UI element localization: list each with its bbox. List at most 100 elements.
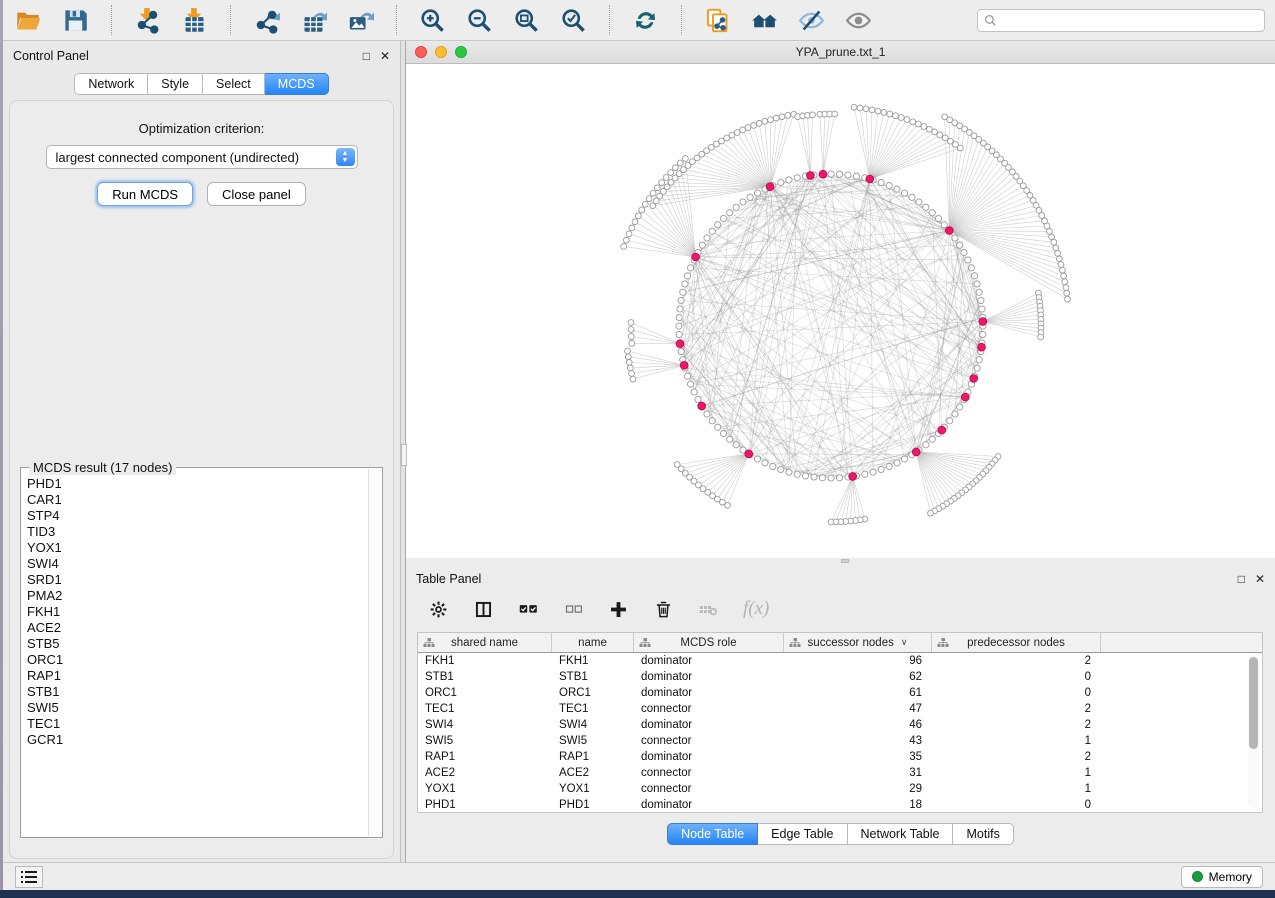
result-node[interactable]: STB1 bbox=[27, 684, 367, 700]
import-network-button[interactable] bbox=[132, 5, 163, 36]
table-row[interactable]: FKH1FKH1dominator962 bbox=[418, 653, 1262, 669]
column-header-successor-nodes[interactable]: successor nodes∨ bbox=[784, 633, 932, 652]
result-node[interactable]: PMA2 bbox=[27, 588, 367, 604]
table-row[interactable]: ORC1ORC1dominator610 bbox=[418, 685, 1262, 701]
save-session-button[interactable] bbox=[60, 5, 91, 36]
table-row[interactable]: SWI5SWI5connector431 bbox=[418, 733, 1262, 749]
zoom-selected-button[interactable] bbox=[558, 5, 589, 36]
result-node[interactable]: GCR1 bbox=[27, 732, 367, 748]
import-network-icon bbox=[134, 7, 161, 34]
tab-network[interactable]: Network bbox=[74, 73, 148, 95]
float-window-icon[interactable]: □ bbox=[1238, 573, 1245, 585]
splitter-handle[interactable] bbox=[401, 444, 407, 466]
tab-edge-table[interactable]: Edge Table bbox=[758, 823, 847, 845]
horizontal-splitter[interactable] bbox=[406, 558, 1275, 564]
table-scrollbar[interactable] bbox=[1248, 655, 1259, 808]
network-graph[interactable] bbox=[406, 64, 1275, 558]
cell-successor-nodes: 96 bbox=[784, 655, 932, 667]
delete-column-disabled-button[interactable] bbox=[698, 599, 719, 620]
tab-motifs[interactable]: Motifs bbox=[953, 823, 1013, 845]
zoom-fit-button[interactable] bbox=[511, 5, 542, 36]
table-row[interactable]: STB1STB1dominator620 bbox=[418, 669, 1262, 685]
import-table-button[interactable] bbox=[179, 5, 210, 36]
zoom-in-button[interactable] bbox=[417, 5, 448, 36]
scrollbar-thumb[interactable] bbox=[1249, 657, 1258, 749]
column-header-name[interactable]: name bbox=[552, 633, 634, 652]
show-columns-button[interactable] bbox=[473, 599, 494, 620]
result-node[interactable]: ACE2 bbox=[27, 620, 367, 636]
close-panel-icon[interactable]: ✕ bbox=[1255, 573, 1265, 585]
result-node[interactable]: YOX1 bbox=[27, 540, 367, 556]
hide-selected-button[interactable] bbox=[796, 5, 827, 36]
result-node[interactable]: ORC1 bbox=[27, 652, 367, 668]
tab-style[interactable]: Style bbox=[148, 73, 203, 95]
result-node[interactable]: RAP1 bbox=[27, 668, 367, 684]
result-node[interactable]: FKH1 bbox=[27, 604, 367, 620]
show-all-button[interactable] bbox=[843, 5, 874, 36]
result-node[interactable]: SRD1 bbox=[27, 572, 367, 588]
refresh-layout-button[interactable] bbox=[630, 5, 661, 36]
export-network-button[interactable] bbox=[251, 5, 282, 36]
status-menu-button[interactable] bbox=[15, 866, 43, 888]
toolbar-buttons bbox=[13, 5, 874, 36]
result-node[interactable]: PHD1 bbox=[27, 476, 367, 492]
tab-select[interactable]: Select bbox=[203, 73, 265, 95]
table-row[interactable]: SWI4SWI4dominator462 bbox=[418, 717, 1262, 733]
result-node[interactable]: CAR1 bbox=[27, 492, 367, 508]
result-node[interactable]: TEC1 bbox=[27, 716, 367, 732]
cell-successor-nodes: 46 bbox=[784, 719, 932, 731]
open-file-button[interactable] bbox=[13, 5, 44, 36]
table-row[interactable]: PHD1PHD1dominator180 bbox=[418, 797, 1262, 812]
run-mcds-button[interactable]: Run MCDS bbox=[97, 182, 193, 206]
settings-button[interactable] bbox=[428, 599, 449, 620]
export-table-button[interactable] bbox=[298, 5, 329, 36]
memory-button[interactable]: Memory bbox=[1181, 866, 1263, 888]
result-node[interactable]: STB5 bbox=[27, 636, 367, 652]
new-network-from-selection-button[interactable] bbox=[702, 5, 733, 36]
export-image-button[interactable] bbox=[345, 5, 376, 36]
table-tabs: Node TableEdge TableNetwork TableMotifs bbox=[406, 823, 1275, 845]
search-input[interactable] bbox=[1002, 13, 1258, 27]
tab-network-table[interactable]: Network Table bbox=[848, 823, 954, 845]
tab-mcds[interactable]: MCDS bbox=[265, 73, 329, 95]
column-header-filler bbox=[1101, 633, 1262, 652]
mcds-result-list[interactable]: PHD1CAR1STP4TID3YOX1SWI4SRD1PMA2FKH1ACE2… bbox=[21, 468, 367, 837]
splitter-handle[interactable] bbox=[841, 559, 849, 563]
network-canvas[interactable] bbox=[406, 64, 1275, 558]
result-scrollbar[interactable] bbox=[368, 469, 381, 836]
delete-row-button[interactable] bbox=[653, 599, 674, 620]
deselect-all-checks-button[interactable] bbox=[563, 599, 584, 620]
zoom-out-button[interactable] bbox=[464, 5, 495, 36]
table-row[interactable]: TEC1TEC1connector472 bbox=[418, 701, 1262, 717]
zoom-out-icon bbox=[466, 7, 493, 34]
cell-name: ORC1 bbox=[552, 687, 634, 699]
table-row[interactable]: ACE2ACE2connector311 bbox=[418, 765, 1262, 781]
optimization-criterion-select[interactable]: largest connected component (undirected)… bbox=[46, 145, 358, 169]
column-header-mcds-role[interactable]: MCDS role bbox=[634, 633, 784, 652]
result-node[interactable]: STP4 bbox=[27, 508, 367, 524]
column-header-shared-name[interactable]: shared name bbox=[418, 633, 552, 652]
cell-predecessor-nodes: 1 bbox=[932, 767, 1101, 779]
close-panel-button[interactable]: Close panel bbox=[207, 182, 306, 206]
mcds-result-box: MCDS result (17 nodes) PHD1CAR1STP4TID3Y… bbox=[20, 467, 383, 838]
show-all-icon bbox=[845, 7, 872, 34]
add-row-button[interactable] bbox=[608, 599, 629, 620]
vertical-splitter[interactable] bbox=[400, 41, 406, 862]
tab-node-table[interactable]: Node Table bbox=[667, 823, 758, 845]
result-node[interactable]: SWI5 bbox=[27, 700, 367, 716]
column-header-predecessor-nodes[interactable]: predecessor nodes bbox=[932, 633, 1101, 652]
first-neighbors-button[interactable] bbox=[749, 5, 780, 36]
network-window-titlebar[interactable]: YPA_prune.txt_1 bbox=[406, 41, 1275, 64]
result-node[interactable]: SWI4 bbox=[27, 556, 367, 572]
cell-mcds-role: connector bbox=[634, 767, 784, 779]
toolbar-separator bbox=[230, 5, 231, 35]
table-row[interactable]: RAP1RAP1dominator352 bbox=[418, 749, 1262, 765]
function-builder-disabled-button[interactable]: f(x) bbox=[743, 598, 769, 620]
result-node[interactable]: TID3 bbox=[27, 524, 367, 540]
search-box[interactable] bbox=[977, 9, 1265, 32]
table-row[interactable]: YOX1YOX1connector291 bbox=[418, 781, 1262, 797]
select-all-checks-button[interactable] bbox=[518, 599, 539, 620]
float-window-icon[interactable]: □ bbox=[363, 50, 370, 62]
cell-shared-name: ORC1 bbox=[418, 687, 552, 699]
close-panel-icon[interactable]: ✕ bbox=[380, 50, 390, 62]
